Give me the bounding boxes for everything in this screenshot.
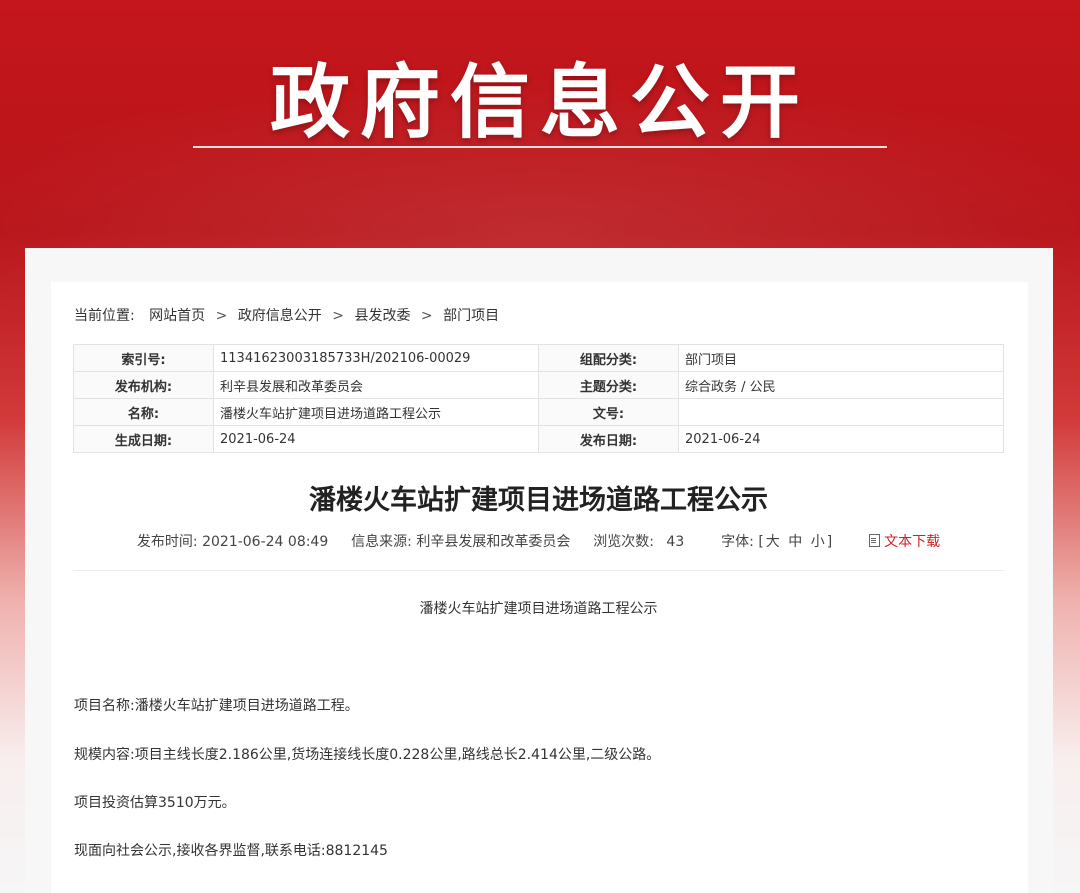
meta-value: 2021-06-24 xyxy=(678,425,1004,453)
paragraph-scope: 规模内容:项目主线长度2.186公里,货场连接线长度0.228公里,路线总长2.… xyxy=(74,747,661,763)
text-download-label: 文本下载 xyxy=(884,534,941,550)
font-large-button[interactable]: 大 xyxy=(766,534,780,550)
meta-value: 利辛县发展和改革委员会 xyxy=(213,371,539,399)
meta-value: 2021-06-24 xyxy=(213,425,539,453)
font-size-label: 字体: xyxy=(721,534,754,550)
meta-key: 文号: xyxy=(538,398,679,426)
paragraph-contact: 现面向社会公示,接收各界监督,联系电话:8812145 xyxy=(74,843,388,859)
font-size-controls: [大 中 小] xyxy=(758,534,836,550)
meta-key: 发布机构: xyxy=(73,371,214,399)
breadcrumb-home-link[interactable]: 网站首页 xyxy=(149,308,205,324)
metadata-row: 名称: 潘楼火车站扩建项目进场道路工程公示 文号: xyxy=(73,398,1004,426)
meta-key: 生成日期: xyxy=(73,425,214,453)
source-label: 信息来源: xyxy=(351,534,412,550)
meta-value xyxy=(678,398,1004,426)
source-value: 利辛县发展和改革委员会 xyxy=(416,534,571,550)
meta-value: 11341623003185733H/202106-00029 xyxy=(213,344,539,372)
breadcrumb-label: 当前位置: xyxy=(74,308,135,324)
breadcrumb-separator: > xyxy=(420,308,433,324)
article-title: 潘楼火车站扩建项目进场道路工程公示 xyxy=(309,485,768,516)
publish-time-label: 发布时间: xyxy=(136,534,198,550)
font-medium-button[interactable]: 中 xyxy=(788,534,802,550)
bracket-close: ] xyxy=(826,534,833,550)
breadcrumb-separator: > xyxy=(215,308,228,324)
content-divider xyxy=(73,570,1004,571)
text-download-link[interactable]: 文本下载 xyxy=(869,534,940,550)
meta-key: 名称: xyxy=(73,398,214,426)
metadata-row: 发布机构: 利辛县发展和改革委员会 主题分类: 综合政务 / 公民 xyxy=(73,371,1004,399)
font-small-button[interactable]: 小 xyxy=(811,534,825,550)
meta-value: 综合政务 / 公民 xyxy=(678,371,1004,399)
meta-key: 索引号: xyxy=(73,344,214,372)
meta-value: 部门项目 xyxy=(678,344,1004,372)
document-icon xyxy=(869,534,881,547)
article-subtitle: 潘楼火车站扩建项目进场道路工程公示 xyxy=(419,601,658,617)
banner-title: 政府信息公开 xyxy=(270,56,810,149)
views-count: 43 xyxy=(666,534,685,550)
breadcrumb-department-link[interactable]: 县发改委 xyxy=(354,308,410,324)
breadcrumb-projects-link[interactable]: 部门项目 xyxy=(443,308,499,324)
breadcrumb-gov-info-link[interactable]: 政府信息公开 xyxy=(238,308,322,324)
metadata-row: 索引号: 11341623003185733H/202106-00029 组配分… xyxy=(73,344,1004,372)
meta-key: 组配分类: xyxy=(538,344,679,372)
meta-value: 潘楼火车站扩建项目进场道路工程公示 xyxy=(213,398,539,426)
article-info-bar: 发布时间: 2021-06-24 08:49 信息来源: 利辛县发展和改革委员会… xyxy=(73,531,1004,551)
breadcrumb-separator: > xyxy=(332,308,344,324)
meta-key: 主题分类: xyxy=(538,371,679,399)
metadata-row: 生成日期: 2021-06-24 发布日期: 2021-06-24 xyxy=(73,425,1004,453)
paragraph-investment: 项目投资估算3510万元。 xyxy=(74,795,236,811)
views-label: 浏览次数: xyxy=(593,534,654,550)
bracket-open: [ xyxy=(758,534,764,550)
breadcrumb: 当前位置: 网站首页 > 政府信息公开 > 县发改委 > 部门项目 xyxy=(74,305,499,325)
publish-time: 2021-06-24 08:49 xyxy=(202,534,329,550)
paragraph-project-name: 项目名称:潘楼火车站扩建项目进场道路工程。 xyxy=(74,698,359,714)
meta-key: 发布日期: xyxy=(538,425,679,453)
metadata-table: 索引号: 11341623003185733H/202106-00029 组配分… xyxy=(73,344,1004,453)
banner-divider xyxy=(193,146,887,148)
